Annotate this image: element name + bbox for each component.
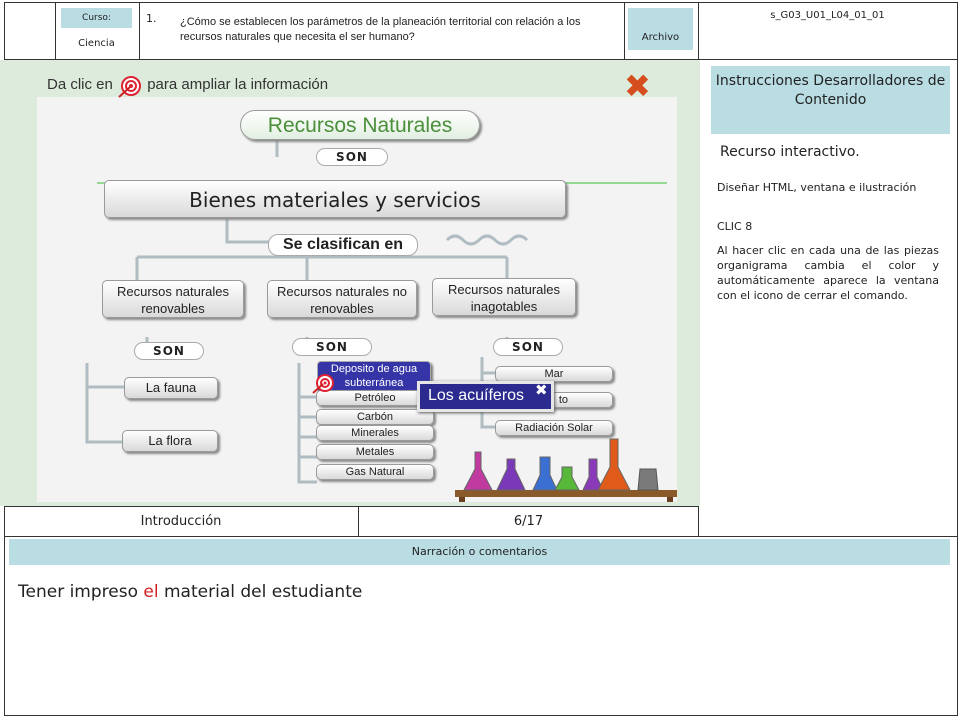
category-no-renovables-label: Recursos naturales no renovables	[276, 284, 408, 316]
item-carbon-label: Carbón	[356, 411, 394, 423]
instruction-line-2: CLIC 8	[717, 220, 753, 233]
vline-2	[139, 2, 140, 60]
category-inagotables-label: Recursos naturales inagotables	[448, 282, 560, 314]
vline-3	[624, 2, 625, 60]
category-renovables[interactable]: Recursos naturales renovables	[102, 280, 244, 318]
curso-value: Ciencia	[78, 38, 115, 49]
question-number: 1.	[146, 12, 157, 25]
note-red: el	[143, 582, 159, 602]
son-badge-renovables: SON	[134, 342, 204, 360]
item-minerales-label: Minerales	[351, 427, 399, 439]
son-badge-no-renovables: SON	[292, 338, 372, 356]
close-icon[interactable]: ✖	[624, 68, 651, 104]
popup-close-icon[interactable]: ✖	[535, 381, 548, 399]
item-petroleo-label: Petróleo	[354, 392, 396, 404]
narration-label: Narración o comentarios	[9, 539, 950, 565]
item-mar[interactable]: Mar	[495, 366, 613, 382]
category-no-renovables[interactable]: Recursos naturales no renovables	[267, 280, 417, 318]
file-code: s_G03_U01_L04_01_01	[770, 10, 885, 21]
resource-subtitle: Recurso interactivo.	[720, 144, 860, 160]
vline-1	[55, 2, 56, 60]
item-radiacion-solar[interactable]: Radiación Solar	[495, 420, 613, 436]
note-after: material del estudiante	[164, 582, 363, 602]
son-badge-top: SON	[316, 148, 388, 166]
bienes-node[interactable]: Bienes materiales y servicios	[104, 180, 566, 218]
item-fauna-label: La fauna	[145, 380, 197, 395]
archivo-label: Archivo	[628, 8, 693, 50]
narration-note: Tener impreso el material del estudiante	[18, 582, 362, 602]
target-icon	[117, 75, 143, 98]
item-metales[interactable]: Metales	[316, 444, 434, 460]
item-flora[interactable]: La flora	[122, 430, 218, 452]
instruction-line-1: Diseñar HTML, ventana e ilustración	[717, 181, 917, 194]
item-deposito-label: Deposito de agua subterránea	[330, 363, 418, 389]
hint-before: Da clic en	[47, 75, 113, 93]
item-mar-label: Mar	[544, 368, 564, 380]
footer-row-top	[4, 506, 699, 507]
lab-flasks-illustration	[455, 438, 677, 502]
item-metales-label: Metales	[355, 446, 395, 458]
item-minerales[interactable]: Minerales	[316, 425, 434, 441]
narration-row-top	[4, 536, 958, 537]
item-flora-label: La flora	[148, 433, 192, 448]
hint-text: Da clic en para ampliar la información	[47, 75, 329, 98]
target-icon-small[interactable]	[311, 373, 337, 395]
diagram-title[interactable]: Recursos Naturales	[240, 110, 480, 140]
se-clasifican-badge[interactable]: Se clasifican en	[268, 234, 418, 256]
category-renovables-label: Recursos naturales renovables	[117, 284, 229, 316]
item-radiacion-label: Radiación Solar	[515, 422, 593, 434]
curso-label: Curso:	[61, 8, 132, 28]
page-number: 6/17	[513, 514, 544, 529]
section-name: Introducción	[140, 514, 222, 529]
acuiferos-popup-label: Los acuíferos	[428, 387, 525, 404]
question-text: ¿Cómo se establecen los parámetros de la…	[180, 16, 581, 43]
hint-after: para ampliar la información	[147, 75, 329, 93]
item-gas-natural-label: Gas Natural	[345, 466, 405, 478]
item-viento-label: to	[558, 394, 568, 406]
category-inagotables[interactable]: Recursos naturales inagotables	[432, 278, 576, 316]
acuiferos-popup[interactable]: Los acuíferos ✖	[417, 381, 554, 412]
note-before: Tener impreso	[18, 582, 138, 602]
instruction-line-3: Al hacer clic en cada una de las piezas …	[717, 244, 939, 302]
item-gas-natural[interactable]: Gas Natural	[316, 464, 434, 480]
instructions-title: Instrucciones Desarrolladores de Conteni…	[711, 66, 950, 134]
diagram-title-label: Recursos Naturales	[267, 114, 453, 137]
item-fauna[interactable]: La fauna	[124, 377, 218, 399]
son-badge-inagotables: SON	[493, 338, 563, 356]
bienes-label: Bienes materiales y servicios	[189, 188, 481, 212]
